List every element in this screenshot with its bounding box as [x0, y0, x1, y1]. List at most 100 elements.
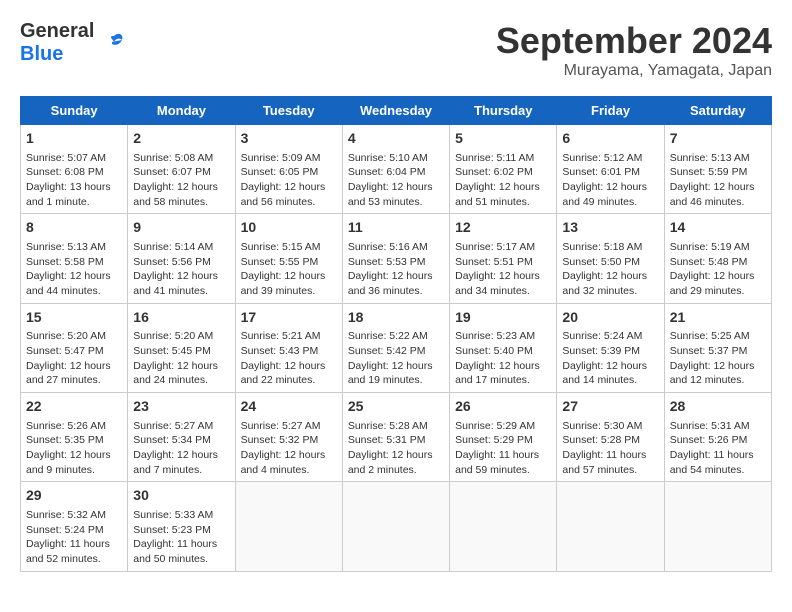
day-number: 2	[133, 129, 229, 149]
day-number: 6	[562, 129, 658, 149]
day-number: 12	[455, 218, 551, 238]
calendar-week-row: 15Sunrise: 5:20 AM Sunset: 5:47 PM Dayli…	[21, 303, 772, 392]
day-number: 13	[562, 218, 658, 238]
header-friday: Friday	[557, 97, 664, 125]
header-wednesday: Wednesday	[342, 97, 449, 125]
calendar-cell: 6Sunrise: 5:12 AM Sunset: 6:01 PM Daylig…	[557, 125, 664, 214]
day-info: Sunrise: 5:11 AM Sunset: 6:02 PM Dayligh…	[455, 151, 551, 210]
day-number: 3	[241, 129, 337, 149]
day-number: 16	[133, 308, 229, 328]
calendar-week-row: 29Sunrise: 5:32 AM Sunset: 5:24 PM Dayli…	[21, 482, 772, 571]
calendar-cell: 10Sunrise: 5:15 AM Sunset: 5:55 PM Dayli…	[235, 214, 342, 303]
day-info: Sunrise: 5:16 AM Sunset: 5:53 PM Dayligh…	[348, 240, 444, 299]
day-number: 10	[241, 218, 337, 238]
calendar-cell: 25Sunrise: 5:28 AM Sunset: 5:31 PM Dayli…	[342, 393, 449, 482]
day-number: 28	[670, 397, 766, 417]
title-area: September 2024 Murayama, Yamagata, Japan	[496, 20, 772, 80]
day-info: Sunrise: 5:25 AM Sunset: 5:37 PM Dayligh…	[670, 329, 766, 388]
day-number: 23	[133, 397, 229, 417]
calendar-cell: 14Sunrise: 5:19 AM Sunset: 5:48 PM Dayli…	[664, 214, 771, 303]
calendar-cell	[342, 482, 449, 571]
logo-bird-icon	[96, 28, 126, 58]
day-number: 7	[670, 129, 766, 149]
calendar-cell: 5Sunrise: 5:11 AM Sunset: 6:02 PM Daylig…	[450, 125, 557, 214]
day-info: Sunrise: 5:14 AM Sunset: 5:56 PM Dayligh…	[133, 240, 229, 299]
day-info: Sunrise: 5:24 AM Sunset: 5:39 PM Dayligh…	[562, 329, 658, 388]
day-number: 5	[455, 129, 551, 149]
calendar-cell: 4Sunrise: 5:10 AM Sunset: 6:04 PM Daylig…	[342, 125, 449, 214]
calendar-week-row: 1Sunrise: 5:07 AM Sunset: 6:08 PM Daylig…	[21, 125, 772, 214]
calendar-cell: 8Sunrise: 5:13 AM Sunset: 5:58 PM Daylig…	[21, 214, 128, 303]
calendar-cell: 20Sunrise: 5:24 AM Sunset: 5:39 PM Dayli…	[557, 303, 664, 392]
calendar-cell: 2Sunrise: 5:08 AM Sunset: 6:07 PM Daylig…	[128, 125, 235, 214]
calendar-week-row: 8Sunrise: 5:13 AM Sunset: 5:58 PM Daylig…	[21, 214, 772, 303]
day-number: 1	[26, 129, 122, 149]
day-info: Sunrise: 5:30 AM Sunset: 5:28 PM Dayligh…	[562, 419, 658, 478]
day-number: 30	[133, 486, 229, 506]
day-number: 4	[348, 129, 444, 149]
day-number: 22	[26, 397, 122, 417]
calendar-week-row: 22Sunrise: 5:26 AM Sunset: 5:35 PM Dayli…	[21, 393, 772, 482]
day-number: 14	[670, 218, 766, 238]
day-info: Sunrise: 5:22 AM Sunset: 5:42 PM Dayligh…	[348, 329, 444, 388]
day-info: Sunrise: 5:32 AM Sunset: 5:24 PM Dayligh…	[26, 508, 122, 567]
calendar-cell: 30Sunrise: 5:33 AM Sunset: 5:23 PM Dayli…	[128, 482, 235, 571]
calendar-cell: 19Sunrise: 5:23 AM Sunset: 5:40 PM Dayli…	[450, 303, 557, 392]
day-info: Sunrise: 5:21 AM Sunset: 5:43 PM Dayligh…	[241, 329, 337, 388]
month-title: September 2024	[496, 20, 772, 62]
calendar-cell: 16Sunrise: 5:20 AM Sunset: 5:45 PM Dayli…	[128, 303, 235, 392]
calendar-cell: 1Sunrise: 5:07 AM Sunset: 6:08 PM Daylig…	[21, 125, 128, 214]
header-tuesday: Tuesday	[235, 97, 342, 125]
day-number: 9	[133, 218, 229, 238]
day-number: 20	[562, 308, 658, 328]
calendar-cell: 7Sunrise: 5:13 AM Sunset: 5:59 PM Daylig…	[664, 125, 771, 214]
calendar-cell: 24Sunrise: 5:27 AM Sunset: 5:32 PM Dayli…	[235, 393, 342, 482]
header-monday: Monday	[128, 97, 235, 125]
calendar-cell: 28Sunrise: 5:31 AM Sunset: 5:26 PM Dayli…	[664, 393, 771, 482]
header-saturday: Saturday	[664, 97, 771, 125]
calendar-cell: 21Sunrise: 5:25 AM Sunset: 5:37 PM Dayli…	[664, 303, 771, 392]
header-thursday: Thursday	[450, 97, 557, 125]
day-number: 15	[26, 308, 122, 328]
calendar-cell: 18Sunrise: 5:22 AM Sunset: 5:42 PM Dayli…	[342, 303, 449, 392]
day-info: Sunrise: 5:12 AM Sunset: 6:01 PM Dayligh…	[562, 151, 658, 210]
logo: General Blue	[20, 20, 126, 66]
day-number: 27	[562, 397, 658, 417]
day-info: Sunrise: 5:28 AM Sunset: 5:31 PM Dayligh…	[348, 419, 444, 478]
day-info: Sunrise: 5:10 AM Sunset: 6:04 PM Dayligh…	[348, 151, 444, 210]
calendar-cell: 29Sunrise: 5:32 AM Sunset: 5:24 PM Dayli…	[21, 482, 128, 571]
day-info: Sunrise: 5:33 AM Sunset: 5:23 PM Dayligh…	[133, 508, 229, 567]
calendar-cell	[664, 482, 771, 571]
header-sunday: Sunday	[21, 97, 128, 125]
day-number: 19	[455, 308, 551, 328]
day-info: Sunrise: 5:13 AM Sunset: 5:58 PM Dayligh…	[26, 240, 122, 299]
day-number: 17	[241, 308, 337, 328]
day-number: 29	[26, 486, 122, 506]
days-header-row: Sunday Monday Tuesday Wednesday Thursday…	[21, 97, 772, 125]
day-info: Sunrise: 5:13 AM Sunset: 5:59 PM Dayligh…	[670, 151, 766, 210]
day-info: Sunrise: 5:18 AM Sunset: 5:50 PM Dayligh…	[562, 240, 658, 299]
page-header: General Blue September 2024 Murayama, Ya…	[20, 20, 772, 80]
calendar-cell	[557, 482, 664, 571]
calendar-cell: 9Sunrise: 5:14 AM Sunset: 5:56 PM Daylig…	[128, 214, 235, 303]
day-number: 11	[348, 218, 444, 238]
calendar-cell: 3Sunrise: 5:09 AM Sunset: 6:05 PM Daylig…	[235, 125, 342, 214]
day-info: Sunrise: 5:09 AM Sunset: 6:05 PM Dayligh…	[241, 151, 337, 210]
calendar-cell: 26Sunrise: 5:29 AM Sunset: 5:29 PM Dayli…	[450, 393, 557, 482]
calendar-cell: 12Sunrise: 5:17 AM Sunset: 5:51 PM Dayli…	[450, 214, 557, 303]
calendar-cell: 17Sunrise: 5:21 AM Sunset: 5:43 PM Dayli…	[235, 303, 342, 392]
day-info: Sunrise: 5:08 AM Sunset: 6:07 PM Dayligh…	[133, 151, 229, 210]
day-info: Sunrise: 5:19 AM Sunset: 5:48 PM Dayligh…	[670, 240, 766, 299]
day-number: 8	[26, 218, 122, 238]
day-number: 21	[670, 308, 766, 328]
day-info: Sunrise: 5:23 AM Sunset: 5:40 PM Dayligh…	[455, 329, 551, 388]
day-info: Sunrise: 5:15 AM Sunset: 5:55 PM Dayligh…	[241, 240, 337, 299]
day-number: 25	[348, 397, 444, 417]
calendar-cell: 13Sunrise: 5:18 AM Sunset: 5:50 PM Dayli…	[557, 214, 664, 303]
calendar-cell: 22Sunrise: 5:26 AM Sunset: 5:35 PM Dayli…	[21, 393, 128, 482]
location: Murayama, Yamagata, Japan	[496, 62, 772, 80]
day-number: 24	[241, 397, 337, 417]
calendar-cell	[235, 482, 342, 571]
calendar-table: Sunday Monday Tuesday Wednesday Thursday…	[20, 96, 772, 572]
calendar-cell: 23Sunrise: 5:27 AM Sunset: 5:34 PM Dayli…	[128, 393, 235, 482]
